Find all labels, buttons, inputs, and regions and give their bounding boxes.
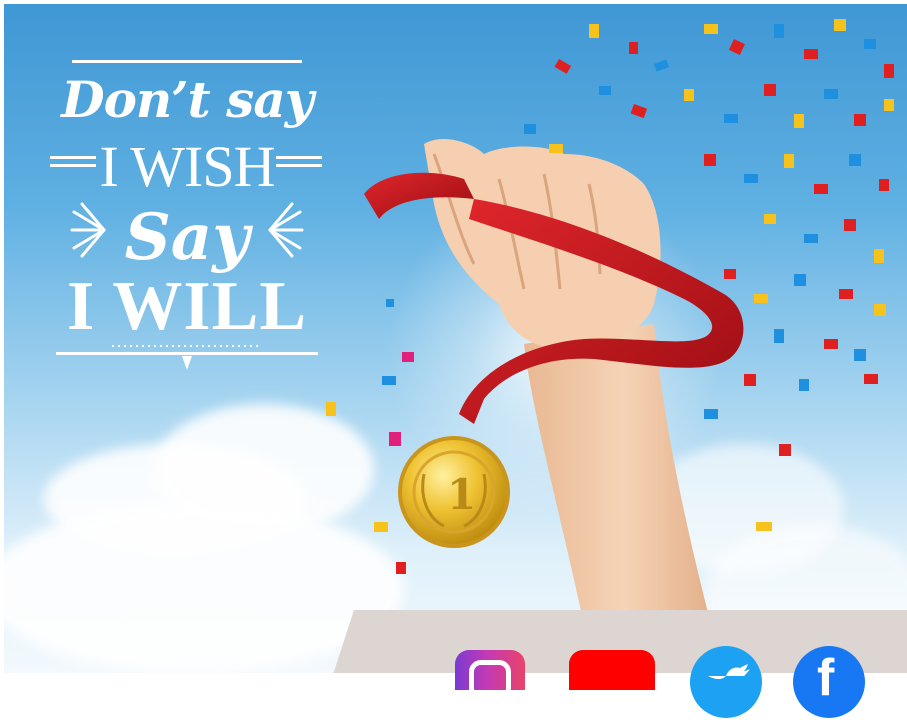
medal-number: 1 xyxy=(447,470,476,519)
facebook-icon[interactable]: f xyxy=(793,646,865,718)
motivational-illustration: Don’t say I WISH Say I WILL 1 xyxy=(4,4,907,673)
facebook-glyph: f xyxy=(817,649,835,707)
twitter-icon[interactable] xyxy=(690,646,762,718)
instagram-glyph xyxy=(469,660,511,700)
instagram-icon[interactable] xyxy=(455,650,525,700)
twitter-bird-icon xyxy=(708,664,750,679)
youtube-icon[interactable] xyxy=(569,650,655,690)
hand-holding-medal-illustration: 1 xyxy=(326,19,894,673)
